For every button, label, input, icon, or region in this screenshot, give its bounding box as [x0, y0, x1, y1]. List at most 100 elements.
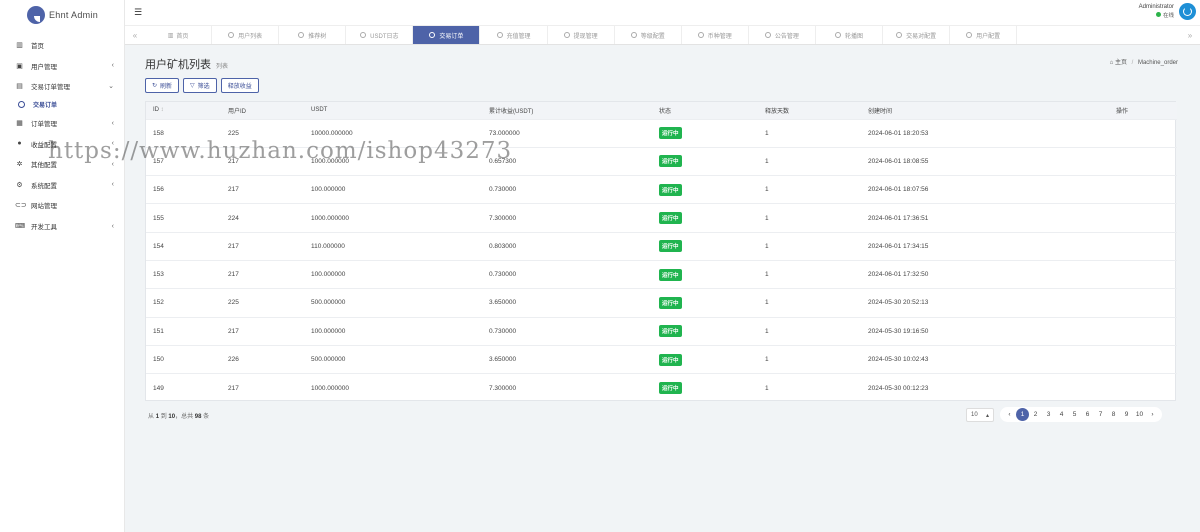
- page-number[interactable]: 2: [1029, 408, 1042, 421]
- cell-uid: 217: [228, 271, 239, 279]
- bar-chart-icon: ▥: [16, 42, 23, 50]
- toolbar: ↻ 刷新 ▽ 筛选 释放收益: [145, 78, 259, 93]
- chevron-icon: ‹: [111, 160, 114, 168]
- status-badge: 运行中: [659, 353, 682, 366]
- sidebar-item[interactable]: ▦ 订单管理 ‹: [0, 113, 124, 134]
- column-header: 累计收益(USDT): [489, 108, 534, 115]
- tab[interactable]: 交易对配置: [883, 26, 951, 44]
- sidebar-subitem-active[interactable]: 交易订单: [0, 97, 124, 113]
- user-info[interactable]: Administrator 在线: [1139, 3, 1174, 21]
- page-number[interactable]: 8: [1107, 408, 1120, 421]
- cell-actions: [1109, 260, 1177, 288]
- page-number[interactable]: 6: [1081, 408, 1094, 421]
- table-row: 149 217 1000.000000 7.300000 运行中 1 2024-05-30 …: [146, 373, 1177, 402]
- cell-created: 2024-06-01 17:32:50: [868, 271, 929, 279]
- sidebar-item[interactable]: ▥ 首页: [0, 35, 124, 56]
- page-number[interactable]: 9: [1120, 408, 1133, 421]
- page-number[interactable]: 10: [1133, 408, 1146, 421]
- tab[interactable]: 提现管理: [548, 26, 615, 44]
- circle-icon: ●: [17, 140, 22, 148]
- cell-usdt: 110.000000: [311, 242, 345, 250]
- cell-actions: [1109, 204, 1177, 232]
- tab[interactable]: 推荐树: [279, 26, 347, 44]
- tab-scroll-left-icon[interactable]: «: [125, 26, 145, 44]
- topbar: ☰ Administrator 在线: [125, 0, 1200, 25]
- sidebar-item[interactable]: ▤ 交易订单管理 ⌄: [0, 76, 124, 97]
- table-row: 158 225 10000.000000 73.000000 运行中 1 2024-06-0…: [146, 119, 1177, 147]
- tab[interactable]: 轮播图: [816, 26, 884, 44]
- chevron-icon: ‹: [111, 222, 114, 230]
- tab[interactable]: 交易订单: [413, 26, 481, 44]
- cell-days: 1: [765, 271, 769, 279]
- release-profit-button[interactable]: 释放收益: [220, 78, 259, 93]
- cell-actions: [1109, 374, 1177, 402]
- sidebar-item[interactable]: ✲ 其他配置 ‹: [0, 154, 124, 175]
- tab[interactable]: 用户列表: [212, 26, 280, 44]
- sidebar-item-label: 系统配置: [31, 182, 57, 190]
- page-number[interactable]: 4: [1055, 408, 1068, 421]
- tab[interactable]: ▥ 首页: [145, 26, 213, 44]
- cell-created: 2024-05-30 19:16:50: [868, 327, 929, 335]
- cell-uid: 225: [228, 299, 239, 307]
- cell-profit: 3.650000: [489, 299, 517, 307]
- tab[interactable]: 充值管理: [480, 26, 548, 44]
- page-number[interactable]: 1: [1016, 408, 1029, 421]
- cell-uid: 217: [228, 157, 239, 165]
- table-row: 153 217 100.000000 0.730000 运行中 1 2024-06-01 1…: [146, 260, 1177, 288]
- cell-id: 150: [153, 356, 164, 364]
- refresh-button[interactable]: ↻ 刷新: [145, 78, 180, 93]
- toggle-icon: ⊂⊃: [15, 202, 27, 210]
- cell-id: 152: [153, 299, 164, 307]
- tab[interactable]: 公告管理: [749, 26, 816, 44]
- circle-icon: [360, 32, 367, 38]
- status-badge: 运行中: [659, 240, 682, 253]
- tab[interactable]: USDT日志: [346, 26, 414, 44]
- column-header: 操作: [1116, 108, 1129, 115]
- gear-icon: ✲: [16, 161, 23, 169]
- sidebar-item[interactable]: ⊂⊃ 网站管理: [0, 195, 124, 216]
- menu-toggle-icon[interactable]: ☰: [134, 7, 142, 18]
- tab[interactable]: 用户配置: [950, 26, 1018, 44]
- breadcrumb-home[interactable]: 主页: [1115, 60, 1127, 66]
- cell-profit: 3.650000: [489, 356, 517, 364]
- cell-profit: 7.300000: [489, 384, 517, 392]
- cell-status: 运行中: [652, 119, 758, 147]
- column-header: 释放天数: [765, 108, 790, 115]
- prev-page-icon[interactable]: ‹: [1003, 408, 1016, 421]
- cell-status: 运行中: [652, 204, 758, 232]
- status-badge: 运行中: [659, 127, 682, 140]
- avatar[interactable]: [1179, 3, 1196, 20]
- cell-usdt: 500.000000: [311, 356, 346, 364]
- cell-usdt: 1000.000000: [311, 214, 349, 222]
- page-size-select[interactable]: 10 ▴: [966, 408, 994, 422]
- page-number[interactable]: 3: [1042, 408, 1055, 421]
- tab[interactable]: 币种管理: [682, 26, 749, 44]
- next-page-icon[interactable]: ›: [1146, 408, 1159, 421]
- chevron-icon: ‹: [111, 119, 114, 127]
- brand[interactable]: Ehnt Admin: [0, 0, 124, 30]
- sidebar-item-label: 首页: [31, 43, 44, 51]
- breadcrumb-current: Machine_order: [1137, 60, 1178, 66]
- cell-actions: [1109, 232, 1177, 260]
- orders-table: ID ↕ 用户ID USDT 累计收益(USDT) 状态 释放天数 创建时间 操作 158 22…: [145, 101, 1177, 402]
- column-header[interactable]: ID ↕: [146, 102, 221, 119]
- cell-created: 2024-05-30 00:12:23: [868, 384, 929, 392]
- tab-scroll-right-icon[interactable]: »: [1180, 26, 1200, 44]
- page-number[interactable]: 7: [1094, 408, 1107, 421]
- cell-id: 149: [153, 384, 164, 392]
- sidebar-item[interactable]: ⚙ 系统配置 ‹: [0, 175, 124, 196]
- cell-uid: 217: [228, 186, 239, 194]
- cell-days: 1: [765, 186, 769, 194]
- sidebar-item[interactable]: ● 收益配置 ‹: [0, 133, 124, 154]
- cell-id: 151: [153, 327, 164, 335]
- page-number[interactable]: 5: [1068, 408, 1081, 421]
- tab[interactable]: 等级配置: [615, 26, 682, 44]
- circle-icon: [630, 32, 637, 38]
- sort-icon[interactable]: ↕: [161, 107, 164, 113]
- chevron-icon: ‹: [111, 140, 114, 148]
- sidebar-item[interactable]: ▣ 用户管理 ‹: [0, 56, 124, 77]
- filter-button[interactable]: ▽ 筛选: [183, 78, 217, 93]
- home-icon: ⌂: [1109, 60, 1114, 66]
- cell-days: 1: [765, 214, 769, 222]
- sidebar-item[interactable]: ⌨ 开发工具 ‹: [0, 216, 124, 237]
